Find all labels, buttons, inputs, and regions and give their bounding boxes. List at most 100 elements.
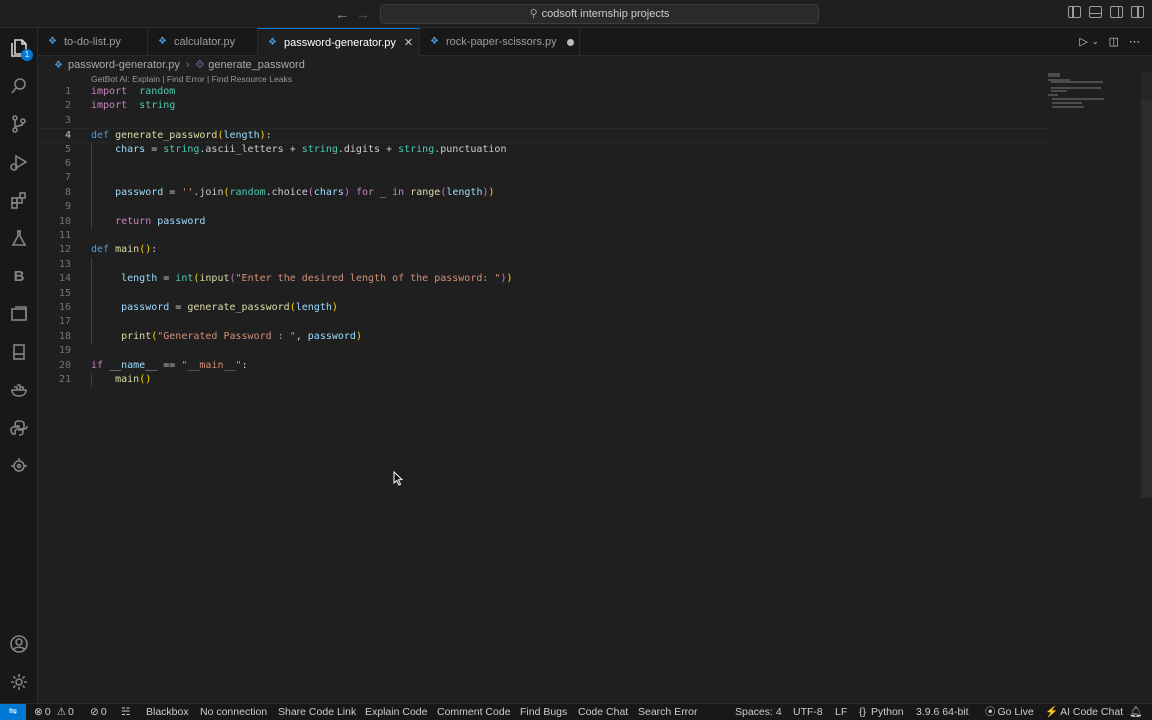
code-line[interactable]: 15 [38,287,1048,301]
code-line[interactable]: 5 chars = string.ascii_letters + string.… [38,143,1048,157]
status-find-bugs[interactable]: Find Bugs [520,704,567,720]
status-interpreter[interactable]: 3.9.6 64-bit [916,704,969,720]
code-line[interactable]: 1 import random [38,85,1048,99]
code-token: import [91,100,128,112]
code-line[interactable]: 19 [38,344,1048,358]
line-code: def generate_password(length): [91,129,272,143]
split-editor-icon[interactable]: ◫ [1109,35,1119,49]
indent-guide [91,373,92,387]
toggle-secondary-sidebar-icon[interactable] [1110,6,1123,18]
line-code: def main(): [91,243,157,257]
status-go-live[interactable]: ⦿ Go Live [985,704,1034,720]
python-button[interactable] [0,411,38,445]
scrollbar-overview [1141,72,1152,100]
explorer-button[interactable]: 1 [0,31,38,65]
close-icon[interactable]: ✕ [404,36,413,49]
breadcrumb-symbol[interactable]: generate_password [208,59,305,71]
status-ai-code-chat[interactable]: ⚡ AI Code Chat [1045,704,1123,720]
code-line[interactable]: 12 def main(): [38,243,1048,257]
minimap[interactable] [1046,72,1136,112]
code-line[interactable]: 10 return password [38,215,1048,229]
status-blackbox[interactable]: Blackbox [146,704,189,720]
code-token: range [410,186,441,198]
code-line[interactable]: 2 import string [38,99,1048,113]
docker-button[interactable] [0,373,38,407]
more-actions-icon[interactable]: ⋯ [1129,35,1140,49]
run-icon[interactable]: ▷ [1079,35,1087,49]
code-line[interactable]: 17 [38,315,1048,329]
vertical-scrollbar[interactable] [1141,100,1152,498]
code-token: = [163,186,182,198]
status-search-error[interactable]: Search Error [638,704,698,720]
unsaved-dot-icon[interactable] [566,38,574,46]
ports-indicator[interactable]: ⊘ 0 [90,704,107,720]
docker-icon [11,384,27,397]
code-line[interactable]: 7 [38,171,1048,185]
status-explain-code[interactable]: Explain Code [365,704,427,720]
chevron-down-icon[interactable]: ⌄ [1092,35,1099,49]
code-token: for [356,186,375,198]
python-file-icon: ❖ [430,36,439,47]
tab-calculator[interactable]: ❖ calculator.py [148,28,258,56]
error-icon: ⊗ [34,706,43,718]
status-language[interactable]: {} Python [859,704,904,720]
back-arrow-icon[interactable]: ← [333,5,351,23]
line-number: 21 [58,374,71,385]
blackbox-status-icon[interactable]: ☵ [121,704,130,720]
remote-explorer-button[interactable] [0,297,38,331]
status-encoding[interactable]: UTF-8 [793,704,823,720]
tab-to-do-list[interactable]: ❖ to-do-list.py [38,28,148,56]
code-line[interactable]: 11 [38,229,1048,243]
tab-password-generator[interactable]: ❖ password-generator.py ✕ [258,28,420,56]
code-line[interactable]: 4 def generate_password(length): [38,128,1048,143]
blackbox-button[interactable]: B [0,259,38,293]
code-token: chars [313,186,344,198]
line-code: length = int(input("Enter the desired le… [91,272,512,286]
search-button[interactable] [0,69,38,103]
code-line[interactable]: 16 password = generate_password(length) [38,301,1048,315]
gitlens-button[interactable] [0,449,38,483]
problems-indicator[interactable]: ⊗ 0 ⚠ 0 [34,704,74,720]
forward-arrow-icon[interactable]: → [354,5,372,23]
breadcrumb-file[interactable]: password-generator.py [68,59,180,71]
notebook-button[interactable] [0,335,38,369]
code-line[interactable]: 6 [38,157,1048,171]
tab-rock-paper-scissors[interactable]: ❖ rock-paper-scissors.py [420,28,580,56]
code-line[interactable]: 20 if __name__ == "__main__": [38,359,1048,373]
code-line[interactable]: 21 main() [38,373,1048,387]
toggle-primary-sidebar-icon[interactable] [1068,6,1081,18]
extensions-button[interactable] [0,183,38,217]
status-indentation[interactable]: Spaces: 4 [735,704,782,720]
code-line[interactable]: 18 print("Generated Password : ", passwo… [38,330,1048,344]
code-line[interactable]: 3 [38,114,1048,128]
remote-indicator-icon[interactable]: ⇋ [0,704,26,720]
code-token: .ascii_letters + [199,143,302,155]
line-number: 15 [58,287,71,299]
code-token: password [157,215,206,227]
code-line[interactable]: 9 [38,200,1048,214]
customize-layout-icon[interactable] [1131,6,1144,18]
bell-icon[interactable]: 🔔︎ [1129,704,1142,720]
run-debug-button[interactable] [0,145,38,179]
code-line[interactable]: 8 password = ''.join(random.choice(chars… [38,186,1048,200]
code-line[interactable]: 13 [38,258,1048,272]
status-comment-code[interactable]: Comment Code [437,704,511,720]
testing-button[interactable] [0,221,38,255]
line-code: if __name__ == "__main__": [91,359,248,373]
source-control-button[interactable] [0,107,38,141]
status-code-chat[interactable]: Code Chat [578,704,628,720]
codelens[interactable]: GetBot AI: Explain | Find Error | Find R… [91,74,292,84]
status-share-code-link[interactable]: Share Code Link [278,704,356,720]
command-center-search[interactable]: ⚲ codsoft internship projects [380,4,819,24]
code-line[interactable]: 14 length = int(input("Enter the desired… [38,272,1048,286]
toggle-panel-icon[interactable] [1089,6,1102,18]
code-token: string [301,143,338,155]
accounts-button[interactable] [0,627,38,661]
manage-button[interactable] [0,665,38,699]
status-eol[interactable]: LF [835,704,847,720]
status-no-connection[interactable]: No connection [200,704,267,720]
